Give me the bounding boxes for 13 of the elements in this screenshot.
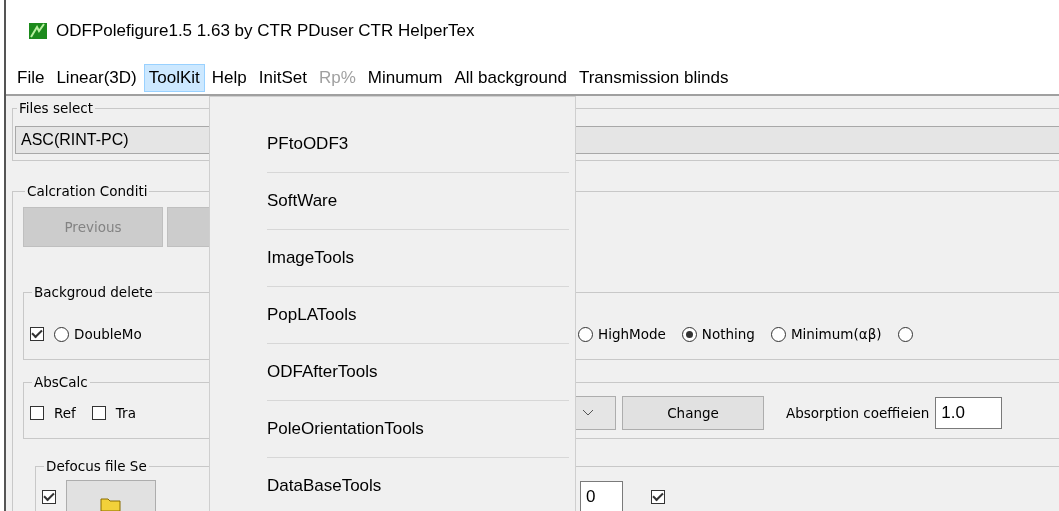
window-title: ODFPolefigure1.5 1.63 by CTR PDuser CTR HelperTex — [56, 21, 475, 41]
group-title: Defocus file Se — [45, 458, 148, 474]
group-title: AbsCalc — [33, 374, 89, 390]
option-label: DoubleMo — [74, 326, 142, 342]
group-title: Calcration Conditi — [26, 183, 149, 199]
checkbox-label: Ref — [54, 405, 76, 421]
field-label: Absorption coeffieien — [786, 405, 930, 421]
checkbox-label: Tra — [115, 405, 136, 421]
group-title: Files select — [18, 100, 95, 116]
option-label: HighMode — [598, 326, 666, 342]
option-label: Minimum(αβ) — [790, 326, 882, 342]
group-title: Backgroud delete — [33, 284, 154, 300]
option-label: Nothing — [701, 326, 755, 342]
